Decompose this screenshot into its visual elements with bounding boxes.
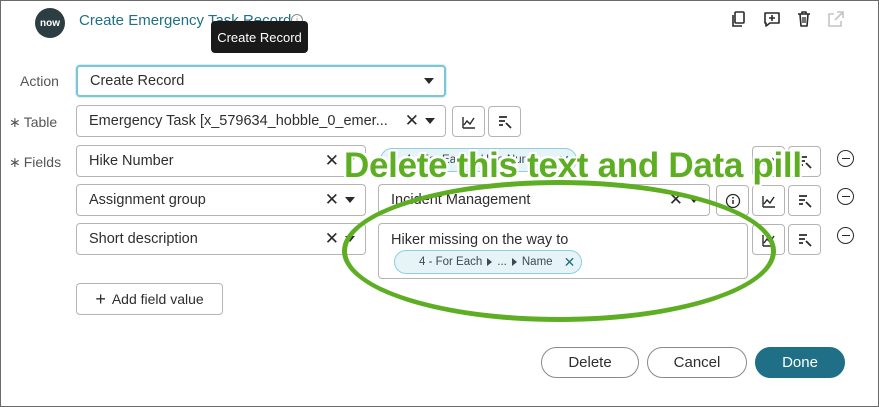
chevron-down-icon (345, 197, 355, 203)
table-label: ∗ Table (9, 114, 58, 130)
add-field-value-button[interactable]: + Add field value (76, 283, 223, 315)
cancel-button[interactable]: Cancel (647, 347, 747, 378)
data-pill-picker-icon (798, 194, 812, 208)
open-external-icon[interactable] (826, 9, 846, 29)
clear-icon[interactable]: ✕ (325, 151, 339, 171)
chart-line-icon (761, 195, 775, 208)
comment-add-icon[interactable] (762, 9, 782, 29)
data-pill-picker-icon (498, 115, 512, 129)
chart-line-icon (461, 116, 475, 129)
field-name-short-description[interactable]: Short description ✕ (76, 223, 366, 255)
action-label: Action (20, 73, 59, 89)
remove-row-icon[interactable] (837, 188, 854, 205)
clear-icon[interactable]: ✕ (325, 229, 339, 249)
chevron-down-icon (424, 78, 434, 84)
data-pill-picker-icon (798, 233, 812, 247)
fields-label: ∗ Fields (9, 154, 62, 170)
annotation-text: Delete this text and Data pill (344, 146, 802, 185)
remove-row-icon[interactable] (837, 227, 854, 244)
clear-icon[interactable]: ✕ (405, 111, 419, 131)
data-picker-button[interactable] (788, 185, 821, 216)
data-picker-button[interactable] (488, 106, 521, 137)
field-name-assignment-group[interactable]: Assignment group ✕ (76, 184, 366, 216)
chart-button[interactable] (752, 185, 785, 216)
annotation-ellipse (342, 180, 776, 322)
action-select[interactable]: Create Record (76, 65, 446, 97)
chevron-down-icon (425, 118, 435, 124)
trash-icon[interactable] (794, 9, 814, 29)
remove-row-icon[interactable] (837, 150, 854, 167)
delete-button[interactable]: Delete (541, 347, 639, 378)
now-logo: now (35, 8, 65, 38)
table-select[interactable]: Emergency Task [x_579634_hobble_0_emer..… (76, 105, 446, 137)
tooltip: Create Record (211, 21, 308, 53)
clear-icon[interactable]: ✕ (325, 190, 339, 210)
data-picker-button[interactable] (788, 224, 821, 255)
chart-button[interactable] (452, 106, 485, 137)
plus-icon: + (95, 288, 106, 309)
copy-icon[interactable] (729, 9, 749, 29)
action-value: Create Record (90, 73, 185, 89)
done-button[interactable]: Done (755, 347, 845, 378)
field-name-hike-number[interactable]: Hike Number ✕ (76, 145, 366, 177)
table-value: Emergency Task [x_579634_hobble_0_emer..… (89, 113, 388, 129)
